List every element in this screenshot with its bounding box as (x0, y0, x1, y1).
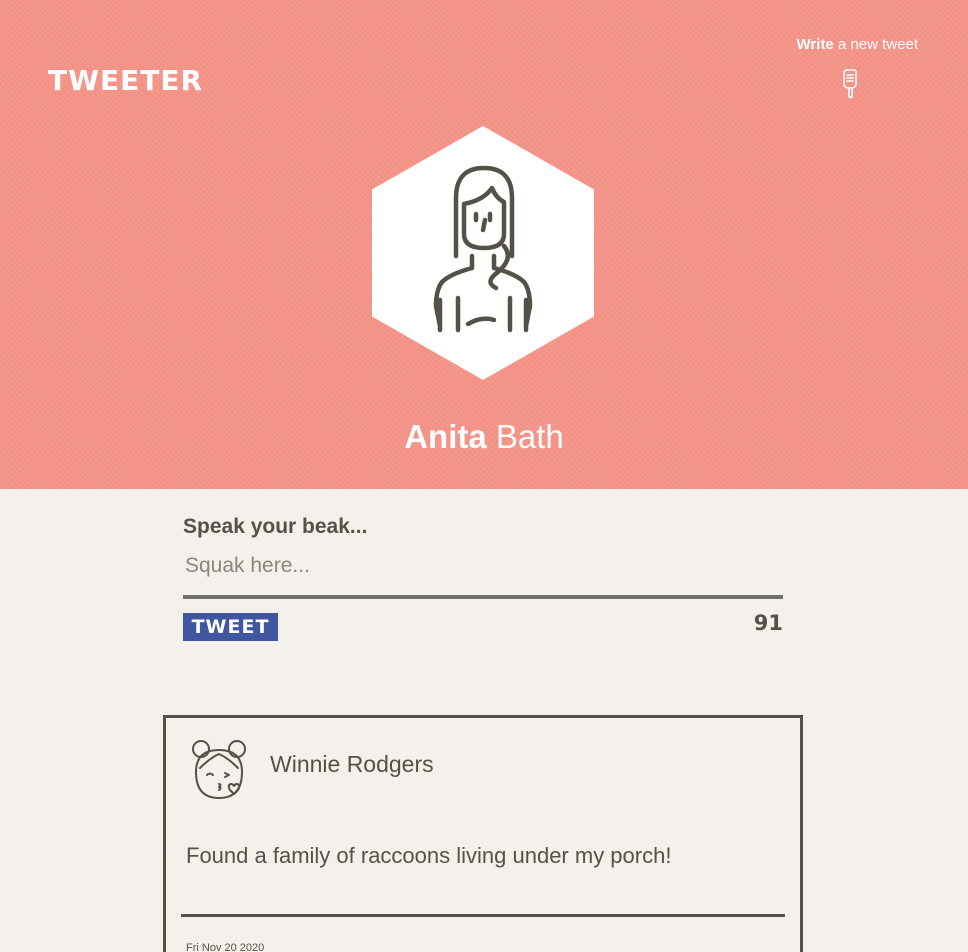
tweet-button[interactable]: TWEET (183, 613, 278, 641)
tweet-date: Fri Nov 20 2020 (186, 942, 265, 952)
compose-link-rest: a new tweet (837, 36, 918, 53)
pointing-down-hand-icon[interactable] (836, 66, 866, 100)
write-new-tweet-link[interactable]: Write a new tweet (797, 36, 918, 53)
tweet-card: Winnie Rodgers Found a family of raccoon… (163, 715, 803, 952)
tweet-text: Found a family of raccoons living under … (186, 843, 672, 868)
composer-label: Speak your beak... (183, 515, 368, 538)
profile-last-name: Bath (495, 418, 564, 455)
profile-avatar (372, 126, 594, 380)
profile-name: Anita Bath (0, 418, 968, 456)
tweet-author: Winnie Rodgers (270, 751, 434, 777)
tweet-divider (181, 914, 785, 917)
composer-footer: TWEET 91 (183, 609, 783, 641)
profile-header: TWEETER Write a new tweet Anita Bath (0, 0, 968, 489)
character-counter: 91 (753, 611, 783, 635)
tweet-composer: Speak your beak... TWEET 91 (183, 515, 783, 641)
girl-blowing-kiss-avatar-icon (192, 740, 246, 799)
app-logo[interactable]: TWEETER (48, 64, 203, 97)
compose-link-bold: Write (796, 36, 834, 53)
tweet-text-input[interactable] (183, 553, 783, 599)
profile-first-name: Anita (404, 418, 487, 455)
